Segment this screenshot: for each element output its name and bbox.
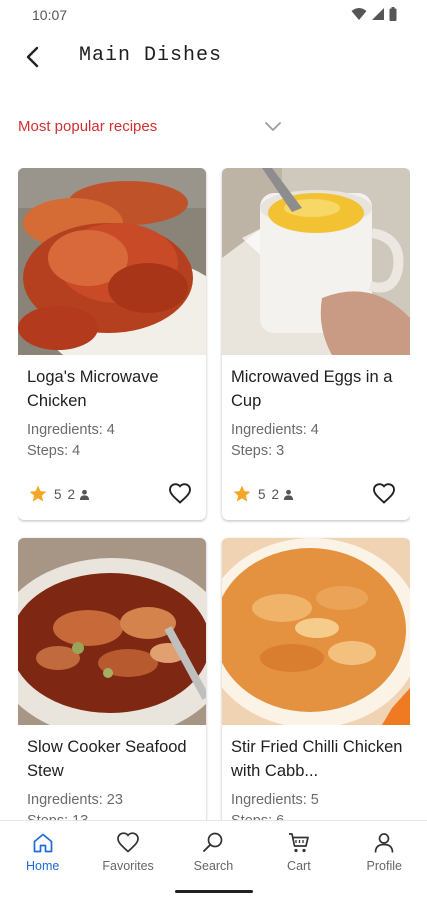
recipe-photo xyxy=(18,168,206,355)
recipe-title: Microwaved Eggs in a Cup xyxy=(231,368,393,410)
step-count: Steps: 6 xyxy=(231,811,319,820)
sort-dropdown-value: Most popular recipes xyxy=(18,118,158,135)
step-count: Steps: 3 xyxy=(231,443,285,459)
recipe-meta: Ingredients: 4 Steps: 4 xyxy=(27,420,115,462)
heart-icon xyxy=(117,832,139,853)
nav-label: Favorites xyxy=(102,859,154,873)
search-icon xyxy=(203,832,223,852)
recipe-title: Loga's Microwave Chicken xyxy=(27,368,159,410)
battery-icon xyxy=(389,7,397,21)
person-icon xyxy=(283,489,294,500)
recipe-photo xyxy=(18,538,206,725)
cart-icon xyxy=(288,833,309,853)
recipe-photo xyxy=(222,168,410,355)
wifi-icon xyxy=(351,8,367,20)
recipe-title: Stir Fried Chilli Chicken with Cabb... xyxy=(231,738,403,780)
nav-item-search[interactable]: Search xyxy=(171,821,256,881)
recipe-grid: Loga's Microwave Chicken Ingredients: 4 … xyxy=(18,168,410,820)
recipe-card[interactable]: Loga's Microwave Chicken Ingredients: 4 … xyxy=(18,168,206,520)
favorite-heart-icon[interactable] xyxy=(168,482,192,506)
app-bar: Main Dishes xyxy=(0,30,427,86)
home-icon xyxy=(33,833,53,853)
rating: 5 2 xyxy=(232,484,294,504)
ingredient-count: Ingredients: 4 xyxy=(231,422,319,438)
nav-label: Home xyxy=(26,859,60,873)
rating: 5 2 xyxy=(28,484,90,504)
back-button[interactable] xyxy=(18,42,48,72)
status-icons xyxy=(351,7,397,21)
status-time: 10:07 xyxy=(32,7,68,23)
nav-label: Search xyxy=(193,859,234,873)
recipe-meta: Ingredients: 23 Steps: 13 xyxy=(27,790,123,820)
ingredient-count: Ingredients: 4 xyxy=(27,422,115,438)
nav-item-favorites[interactable]: Favorites xyxy=(86,821,171,881)
recipe-card[interactable]: Microwaved Eggs in a Cup Ingredients: 4 … xyxy=(222,168,410,520)
recipe-meta: Ingredients: 4 Steps: 3 xyxy=(231,420,319,462)
rating-value: 5 xyxy=(258,486,266,502)
person-icon xyxy=(79,489,90,500)
rating-value: 5 xyxy=(54,486,62,502)
step-count: Steps: 4 xyxy=(27,443,81,459)
nav-label: Cart xyxy=(287,859,311,873)
recipe-card[interactable]: Stir Fried Chilli Chicken with Cabb... I… xyxy=(222,538,410,820)
recipe-title: Slow Cooker Seafood Stew xyxy=(27,738,187,780)
status-bar: 10:07 xyxy=(0,0,427,30)
step-count: Steps: 13 xyxy=(27,811,123,820)
chevron-down-icon[interactable] xyxy=(263,116,283,136)
star-icon xyxy=(29,485,47,502)
sort-dropdown[interactable]: Most popular recipes xyxy=(0,110,427,144)
review-count: 2 xyxy=(67,486,76,502)
ingredient-count: Ingredients: 5 xyxy=(231,792,319,808)
review-count: 2 xyxy=(271,486,280,502)
recipe-card[interactable]: Slow Cooker Seafood Stew Ingredients: 23… xyxy=(18,538,206,820)
person-icon xyxy=(374,833,394,853)
star-icon xyxy=(233,485,251,502)
favorite-heart-icon[interactable] xyxy=(372,482,396,506)
nav-item-profile[interactable]: Profile xyxy=(342,821,427,881)
gesture-handle xyxy=(175,890,253,893)
signal-icon xyxy=(372,8,384,20)
arrow-left-icon xyxy=(26,46,39,68)
nav-label: Profile xyxy=(366,859,402,873)
ingredient-count: Ingredients: 23 xyxy=(27,792,123,808)
recipe-photo xyxy=(222,538,410,725)
bottom-navigation: Home Favorites Search Cart Profile xyxy=(0,820,427,881)
nav-item-home[interactable]: Home xyxy=(0,821,85,881)
recipe-meta: Ingredients: 5 Steps: 6 xyxy=(231,790,319,820)
nav-item-cart[interactable]: Cart xyxy=(256,821,341,881)
page-title: Main Dishes xyxy=(79,44,223,67)
